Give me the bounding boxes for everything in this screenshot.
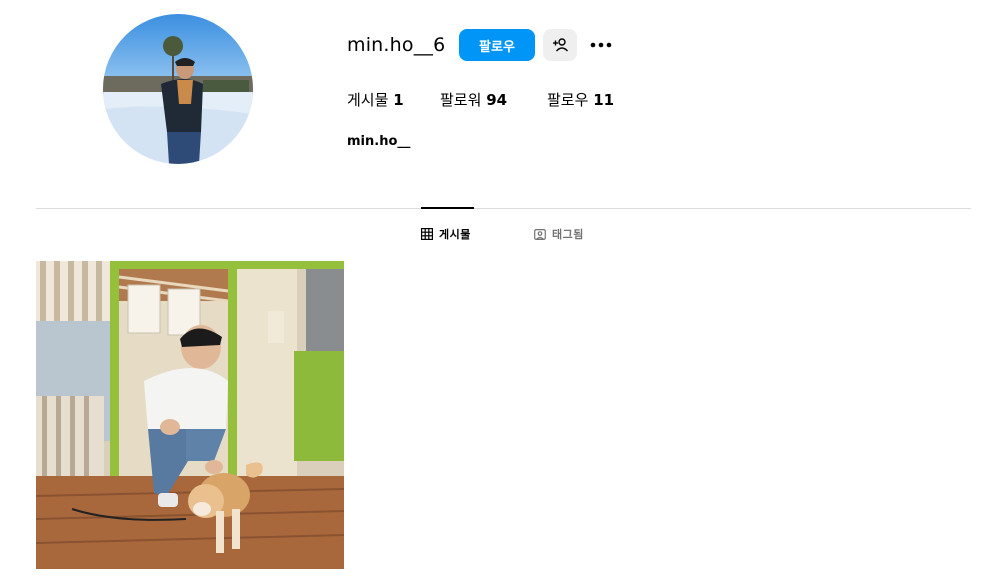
- grid-icon: [421, 228, 433, 240]
- suggested-accounts-button[interactable]: [543, 29, 577, 61]
- profile-display-name: min.ho__: [347, 134, 411, 149]
- following-count[interactable]: 팔로우 11: [547, 89, 614, 110]
- stat-label: 팔로워: [440, 91, 482, 109]
- add-person-icon: [553, 38, 568, 52]
- stat-value: 11: [593, 91, 615, 109]
- stat-label: 팔로우: [547, 91, 589, 109]
- post-thumbnail[interactable]: [36, 261, 344, 569]
- profile-username: min.ho__6: [347, 34, 446, 56]
- stat-value: 94: [486, 91, 508, 109]
- followers-count[interactable]: 팔로워 94: [440, 89, 507, 110]
- posts-count: 게시물 1: [347, 89, 404, 110]
- profile-avatar[interactable]: [103, 14, 253, 164]
- active-tab-indicator: [421, 207, 474, 209]
- follow-button[interactable]: 팔로우: [459, 29, 535, 61]
- stat-label: 게시물: [347, 91, 389, 109]
- tagged-icon: [534, 229, 546, 240]
- tab-label: 게시물: [439, 228, 471, 241]
- tab-label: 태그됨: [552, 228, 584, 241]
- more-options-button[interactable]: [586, 29, 616, 61]
- stat-value: 1: [393, 91, 404, 109]
- tab-posts[interactable]: 게시물: [421, 226, 471, 242]
- tabs-divider: [36, 208, 971, 209]
- tab-tagged[interactable]: 태그됨: [534, 226, 584, 242]
- more-options-icon: [590, 42, 612, 48]
